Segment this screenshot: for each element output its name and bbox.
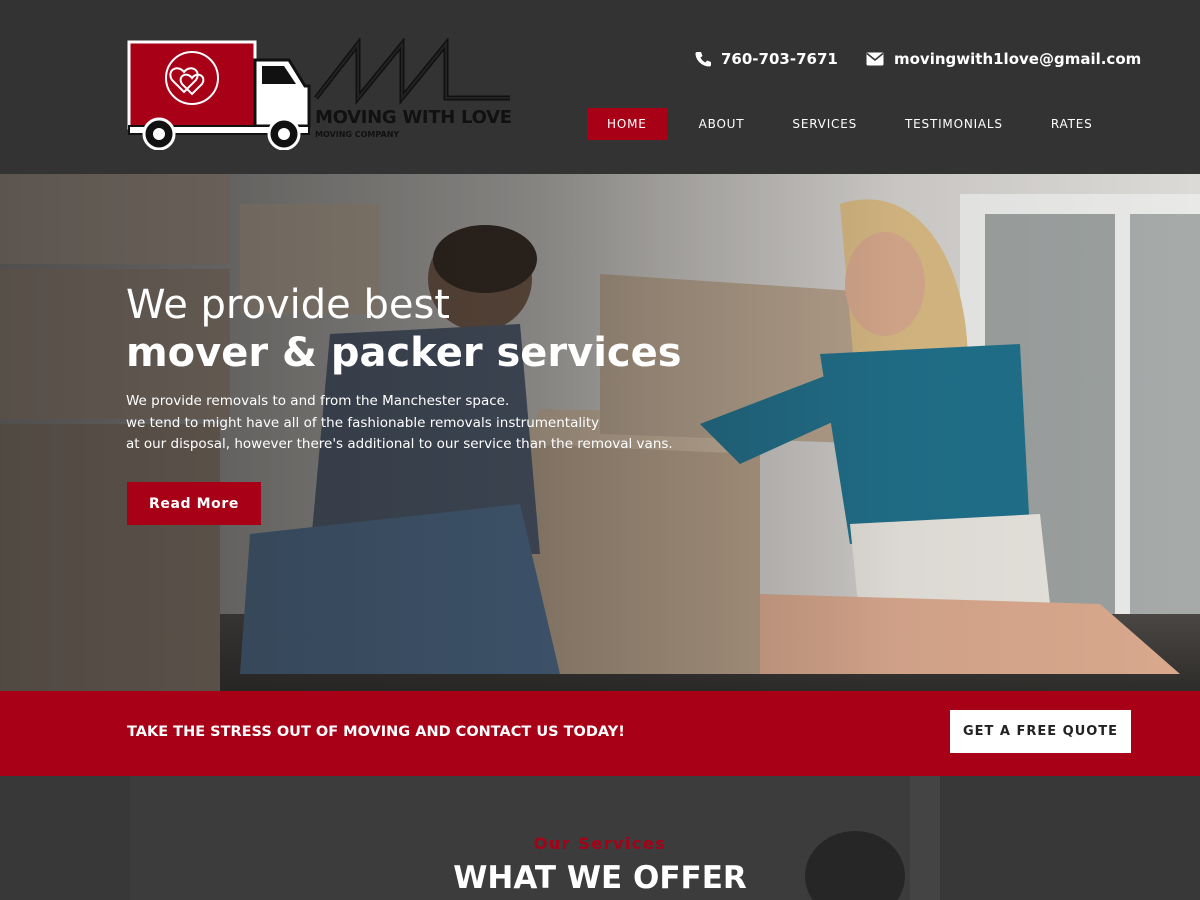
hero-title-bold: mover & packer bbox=[126, 330, 483, 376]
nav-rates[interactable]: RATES bbox=[1031, 108, 1113, 140]
logo-tagline: MOVING COMPANY bbox=[315, 130, 400, 139]
nav-about[interactable]: ABOUT bbox=[679, 108, 765, 140]
email-address: movingwith1love@gmail.com bbox=[894, 50, 1142, 68]
hero-section: We provide best mover & packer services … bbox=[0, 174, 1200, 691]
envelope-icon bbox=[866, 52, 884, 66]
services-section: Our Services WHAT WE OFFER bbox=[0, 776, 1200, 900]
phone-number: 760-703-7671 bbox=[721, 50, 838, 68]
hero-desc-line: at our disposal, however there's additio… bbox=[126, 436, 673, 452]
services-kicker: Our Services bbox=[533, 834, 667, 853]
nav-services[interactable]: SERVICES bbox=[772, 108, 877, 140]
cta-text: TAKE THE STRESS OUT OF MOVING AND CONTAC… bbox=[127, 724, 625, 740]
hero-title-line1: We provide best bbox=[126, 282, 450, 328]
header-phone[interactable]: 760-703-7671 bbox=[695, 50, 838, 68]
get-free-quote-button[interactable]: GET A FREE QUOTE bbox=[950, 710, 1131, 753]
hero-desc-line: We provide removals to and from the Manc… bbox=[126, 393, 510, 409]
site-header: MOVING WITH LOVE MOVING COMPANY 760-703-… bbox=[0, 0, 1200, 174]
header-email[interactable]: movingwith1love@gmail.com bbox=[866, 50, 1141, 68]
logo-name-with-love: WITH LOVE bbox=[402, 107, 512, 128]
nav-testimonials[interactable]: TESTIMONIALS bbox=[885, 108, 1023, 140]
read-more-button[interactable]: Read More bbox=[127, 482, 261, 525]
phone-icon bbox=[695, 52, 711, 67]
services-title: WHAT WE OFFER bbox=[453, 860, 747, 896]
cta-band: TAKE THE STRESS OUT OF MOVING AND CONTAC… bbox=[0, 691, 1200, 776]
hero-title-rest: services bbox=[482, 330, 682, 376]
main-nav: HOME ABOUT SERVICES TESTIMONIALS RATES bbox=[587, 108, 1117, 140]
hero-description: We provide removals to and from the Manc… bbox=[126, 391, 726, 456]
hero-title-line2: mover & packer services bbox=[126, 330, 682, 376]
logo-name-moving: MOVING bbox=[315, 107, 397, 128]
logo[interactable]: MOVING WITH LOVE MOVING COMPANY bbox=[126, 36, 516, 151]
hero-desc-line: we tend to might have all of the fashion… bbox=[126, 414, 600, 431]
nav-home[interactable]: HOME bbox=[587, 108, 667, 140]
